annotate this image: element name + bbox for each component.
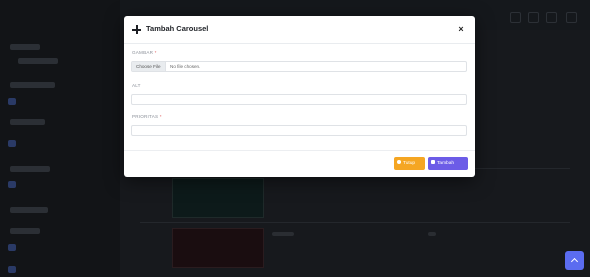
bell-icon: [510, 12, 521, 23]
prioritas-label-text: PRIORITAS: [132, 114, 159, 119]
sidebar-item: [10, 119, 45, 125]
sidebar: [0, 0, 120, 277]
modal-footer-divider: [124, 150, 475, 151]
table-cell: [428, 232, 436, 236]
sidebar-icon: [8, 181, 16, 188]
prioritas-input[interactable]: [131, 125, 467, 136]
gambar-label-text: GAMBAR: [132, 50, 154, 55]
save-icon: [431, 159, 435, 164]
alt-label-text: ALT: [132, 83, 141, 88]
choose-file-button[interactable]: Choose File: [132, 62, 166, 71]
sidebar-item: [10, 166, 50, 172]
required-mark: *: [154, 50, 157, 55]
modal-header: Tambah Carousel ×: [124, 16, 475, 44]
table-cell: [272, 232, 294, 236]
scroll-to-top-button[interactable]: [565, 251, 584, 270]
sidebar-item: [10, 44, 40, 50]
plus-icon: [132, 25, 141, 34]
settings-icon: [566, 12, 577, 23]
grid-icon: [546, 12, 557, 23]
carousel-thumbnail: [172, 178, 264, 218]
circle-x-icon: [397, 159, 401, 164]
table-divider: [140, 222, 570, 223]
carousel-thumbnail: [172, 228, 264, 268]
chevron-up-icon: [570, 257, 579, 266]
sidebar-icon: [8, 266, 16, 273]
file-status-text: No file chosen.: [170, 64, 201, 69]
search-icon: [528, 12, 539, 23]
alt-label: ALT: [132, 83, 141, 88]
sidebar-item: [10, 82, 55, 88]
sidebar-icon: [8, 140, 16, 147]
sidebar-icon: [8, 98, 16, 105]
alt-input[interactable]: [131, 94, 467, 105]
add-carousel-modal: Tambah Carousel × GAMBAR * Choose File N…: [124, 16, 475, 177]
sidebar-item: [10, 228, 40, 234]
prioritas-label: PRIORITAS *: [132, 114, 162, 119]
sidebar-item: [10, 207, 48, 213]
sidebar-icon: [8, 244, 16, 251]
tambah-label: Tambah: [437, 161, 455, 166]
tambah-button[interactable]: Tambah: [428, 157, 468, 170]
tutup-label: Tutup: [403, 161, 416, 166]
gambar-label: GAMBAR *: [132, 50, 157, 55]
gambar-file-input[interactable]: Choose File No file chosen.: [131, 61, 467, 72]
required-mark: *: [159, 114, 162, 119]
close-button[interactable]: ×: [456, 23, 466, 35]
tutup-button[interactable]: Tutup: [394, 157, 425, 170]
modal-title: Tambah Carousel: [146, 24, 209, 33]
sidebar-item: [18, 58, 58, 64]
